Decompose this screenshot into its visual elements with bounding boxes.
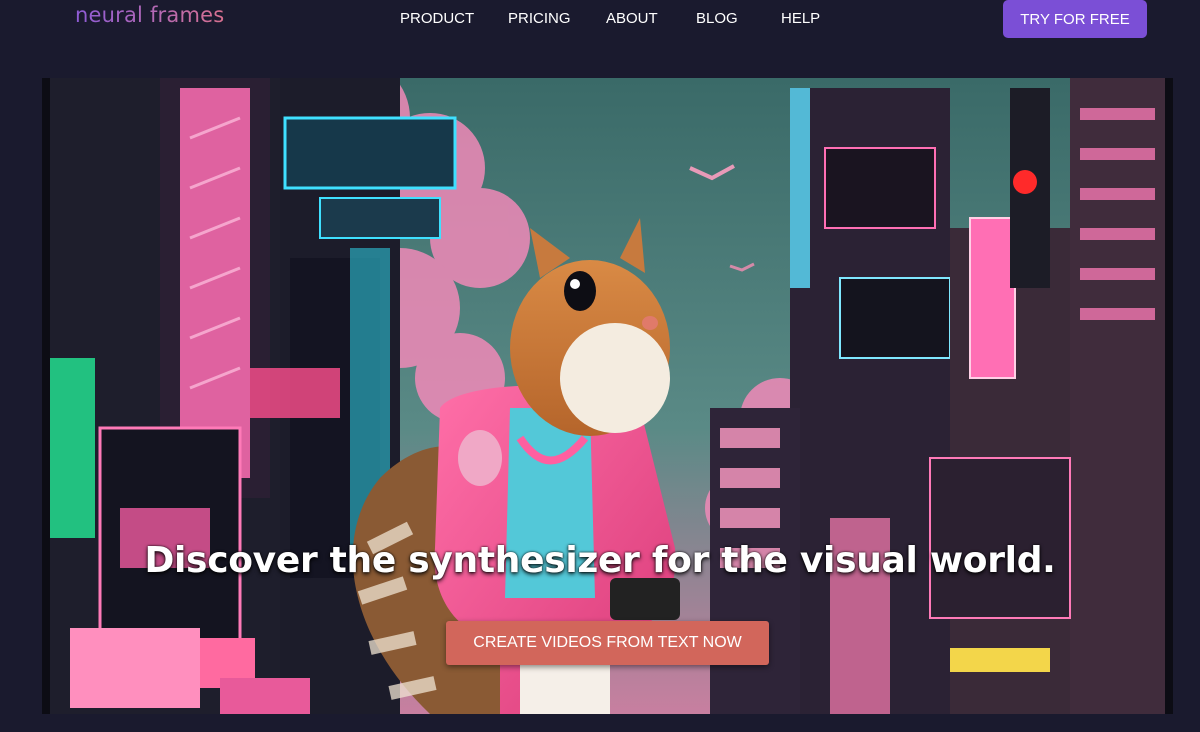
nav-link-help[interactable]: HELP	[781, 10, 820, 27]
try-for-free-button[interactable]: TRY FOR FREE	[1003, 0, 1147, 38]
create-videos-button[interactable]: CREATE VIDEOS FROM TEXT NOW	[446, 621, 769, 665]
hero-headline: Discover the synthesizer for the visual …	[144, 540, 1056, 581]
hero-banner: Discover the synthesizer for the visual …	[42, 78, 1173, 714]
nav-link-about[interactable]: ABOUT	[606, 10, 658, 27]
nav-link-pricing[interactable]: PRICING	[508, 10, 571, 27]
brand-logo[interactable]: neural frames	[75, 3, 224, 27]
top-navbar: neural frames PRODUCT PRICING ABOUT BLOG…	[0, 0, 1200, 40]
hero-image	[50, 78, 1165, 714]
nav-link-product[interactable]: PRODUCT	[400, 10, 474, 27]
nav-link-blog[interactable]: BLOG	[696, 10, 738, 27]
